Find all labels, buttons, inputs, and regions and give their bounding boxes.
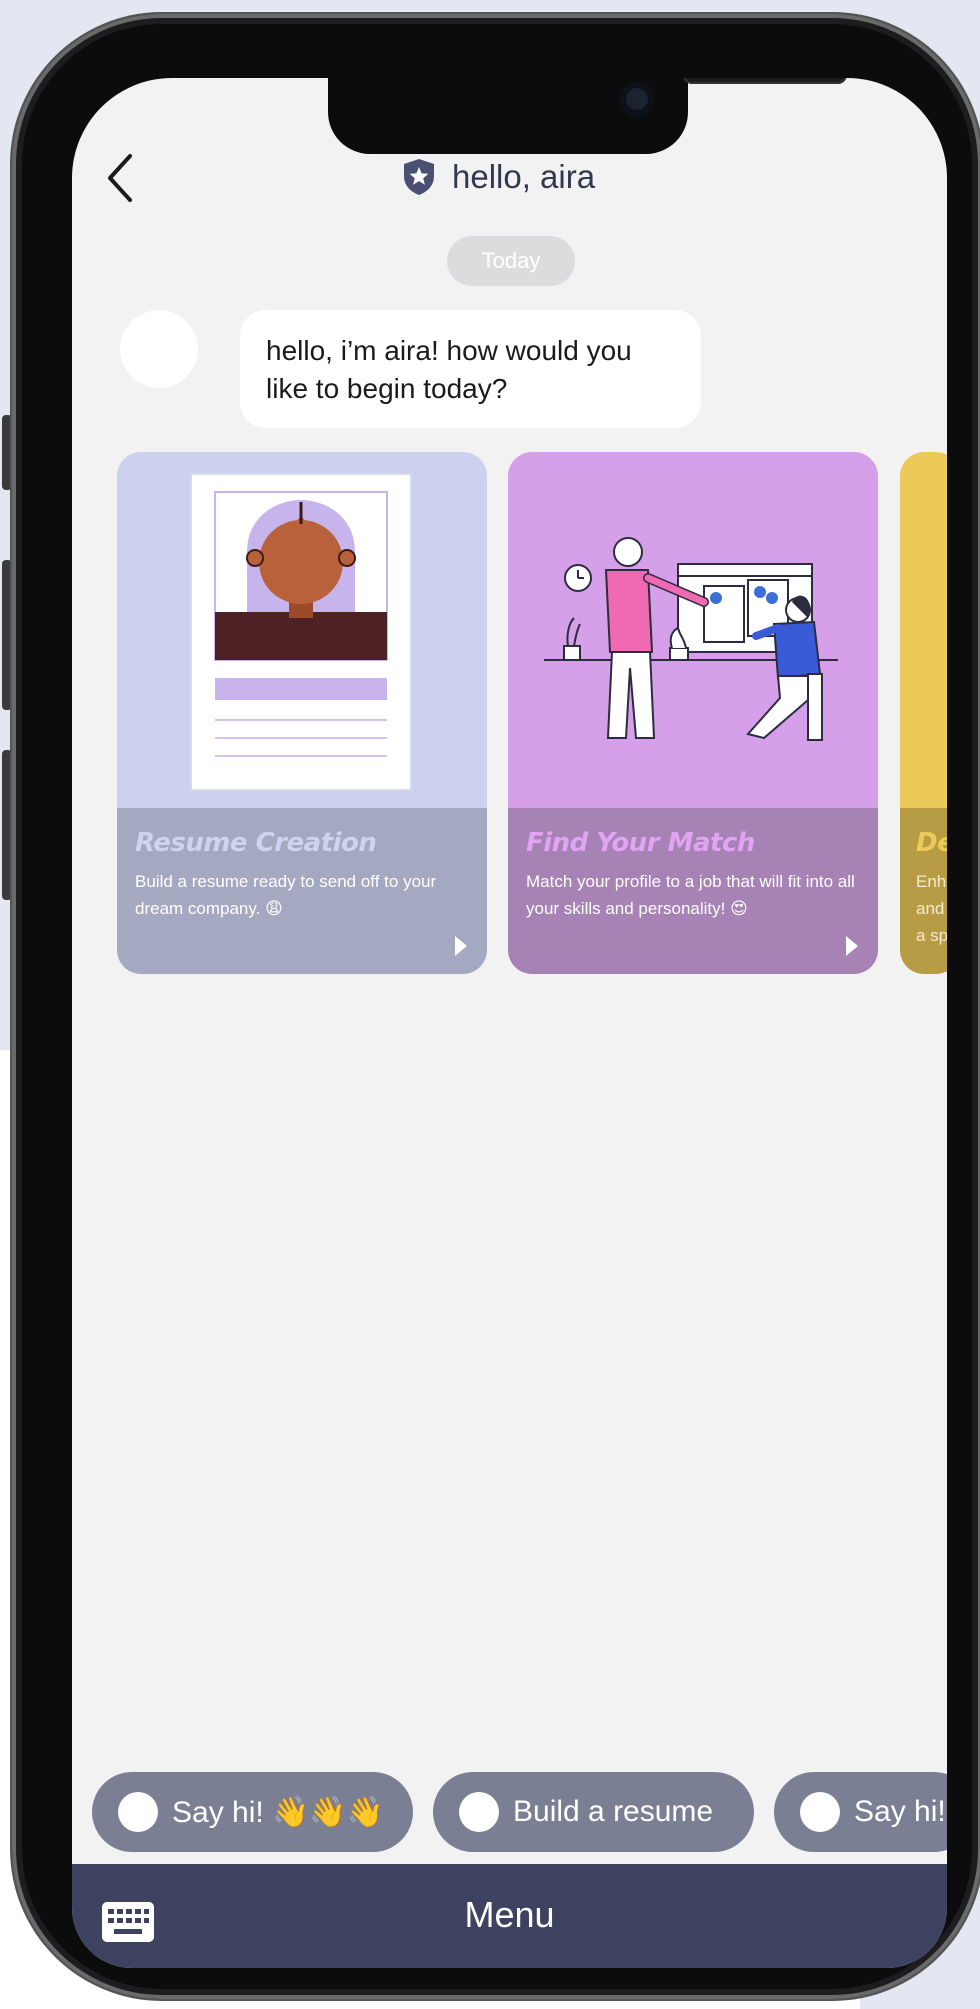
- app-screen: hello, aira Today hello, i’m aira! how w…: [72, 78, 947, 1968]
- match-illustration: [508, 452, 878, 808]
- header: hello, aira: [402, 152, 595, 202]
- chip-radio-icon: [459, 1792, 499, 1832]
- card-title: De: [916, 828, 947, 858]
- card-title: Find Your Match: [526, 828, 755, 858]
- chip-radio-icon: [118, 1792, 158, 1832]
- play-arrow-icon[interactable]: [455, 936, 467, 956]
- back-button[interactable]: [102, 150, 142, 206]
- card-description: Match your profile to a job that will fi…: [526, 872, 855, 918]
- chevron-left-icon: [108, 154, 132, 202]
- quick-reply-say-hi-2[interactable]: Say hi!: [774, 1772, 947, 1852]
- play-arrow-icon[interactable]: [846, 936, 858, 956]
- page-title: hello, aira: [452, 158, 596, 195]
- speaker-grille: [683, 78, 847, 84]
- quick-reply-say-hi[interactable]: Say hi! 👋👋👋: [92, 1772, 413, 1852]
- front-camera: [620, 82, 654, 116]
- phone-volume-up: [2, 560, 12, 710]
- date-separator: Today: [447, 236, 575, 286]
- bot-avatar: [120, 310, 198, 388]
- card-illustration: [900, 452, 947, 808]
- card-title: Resume Creation: [135, 828, 377, 858]
- bottom-menu-bar: Menu: [72, 1864, 947, 1968]
- card-third-partial[interactable]: De Enh and a sp: [900, 452, 947, 974]
- phone-side-button: [2, 415, 12, 490]
- card-resume-creation[interactable]: Resume Creation Build a resume ready to …: [117, 452, 487, 974]
- shield-star-icon: [404, 159, 434, 195]
- phone-notch: [328, 78, 847, 154]
- chip-label: Say hi!: [854, 1795, 946, 1828]
- card-info: Find Your Match Match your profile to a …: [508, 808, 878, 974]
- phone-frame: hello, aira Today hello, i’m aira! how w…: [12, 14, 980, 1999]
- chip-radio-icon: [800, 1792, 840, 1832]
- card-info: De Enh and a sp: [900, 808, 947, 974]
- phone-volume-down: [2, 750, 12, 900]
- resume-illustration: [117, 452, 487, 808]
- card-find-your-match[interactable]: Find Your Match Match your profile to a …: [508, 452, 878, 974]
- quick-reply-build-resume[interactable]: Build a resume: [433, 1772, 754, 1852]
- card-info: Resume Creation Build a resume ready to …: [117, 808, 487, 974]
- menu-button[interactable]: Menu: [72, 1894, 947, 1936]
- bot-message-bubble: hello, i’m aira! how would you like to b…: [240, 310, 701, 428]
- card-description: Enh and a sp: [916, 872, 947, 945]
- chip-label: Say hi! 👋👋👋: [172, 1795, 385, 1829]
- card-description: Build a resume ready to send off to your…: [135, 872, 437, 918]
- chip-label: Build a resume: [513, 1795, 714, 1828]
